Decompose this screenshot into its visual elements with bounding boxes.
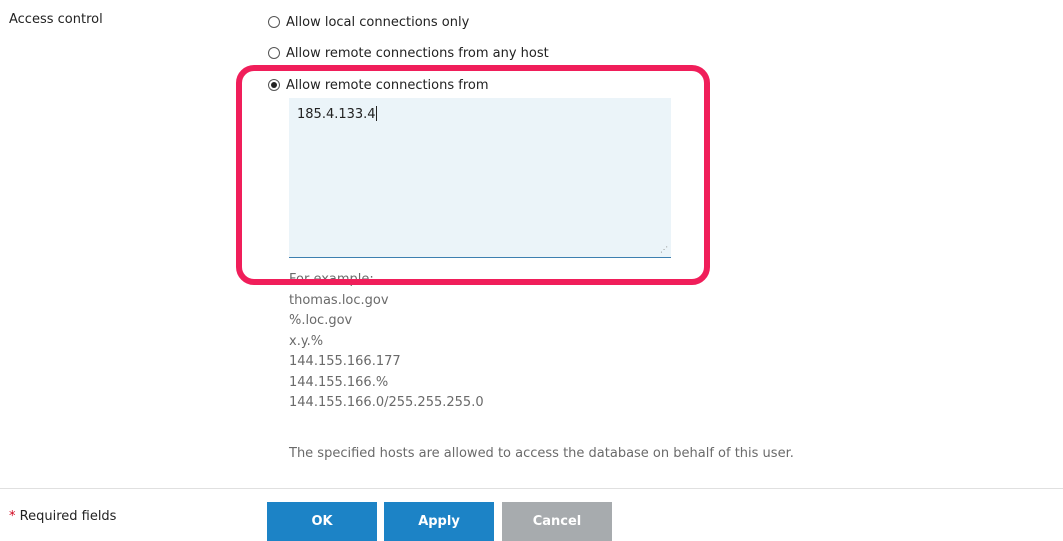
host-examples: For example: thomas.loc.gov %.loc.gov x.…: [289, 270, 484, 414]
required-fields-note: * Required fields: [9, 509, 116, 524]
radio-circle-icon[interactable]: [268, 16, 280, 28]
ok-button[interactable]: OK: [267, 502, 377, 541]
example-item: x.y.%: [289, 333, 324, 349]
examples-heading: For example:: [289, 272, 374, 287]
resize-grip-icon[interactable]: ⋰: [660, 246, 668, 254]
radio-local-only[interactable]: Allow local connections only: [268, 12, 469, 32]
radio-remote-from-label[interactable]: Allow remote connections from: [286, 78, 489, 93]
example-item: %.loc.gov: [289, 313, 353, 328]
radio-remote-any-host[interactable]: Allow remote connections from any host: [268, 43, 549, 63]
text-cursor: [375, 106, 377, 121]
access-control-label: Access control: [9, 12, 103, 27]
example-item: 144.155.166.177: [289, 354, 401, 369]
radio-remote-any-host-label[interactable]: Allow remote connections from any host: [286, 46, 549, 61]
allowed-hosts-value[interactable]: 185.4.133.4: [297, 107, 376, 122]
required-fields-label: Required fields: [19, 509, 117, 524]
apply-button[interactable]: Apply: [384, 502, 494, 541]
allowed-hosts-textarea[interactable]: 185.4.133.4 ⋰: [289, 98, 671, 258]
radio-circle-icon[interactable]: [268, 47, 280, 59]
example-item: thomas.loc.gov: [289, 292, 389, 308]
radio-local-only-label[interactable]: Allow local connections only: [286, 15, 469, 30]
footer-divider: [0, 488, 1063, 489]
example-item: 144.155.166.%: [289, 374, 389, 390]
hosts-hint-text: The specified hosts are allowed to acces…: [289, 446, 794, 461]
radio-selected-icon[interactable]: [268, 79, 280, 91]
access-control-form: Access control Allow local connections o…: [0, 0, 1063, 541]
cancel-button[interactable]: Cancel: [502, 502, 612, 541]
radio-remote-from[interactable]: Allow remote connections from: [268, 75, 489, 95]
required-star: *: [9, 509, 16, 524]
example-item: 144.155.166.0/255.255.255.0: [289, 395, 484, 410]
